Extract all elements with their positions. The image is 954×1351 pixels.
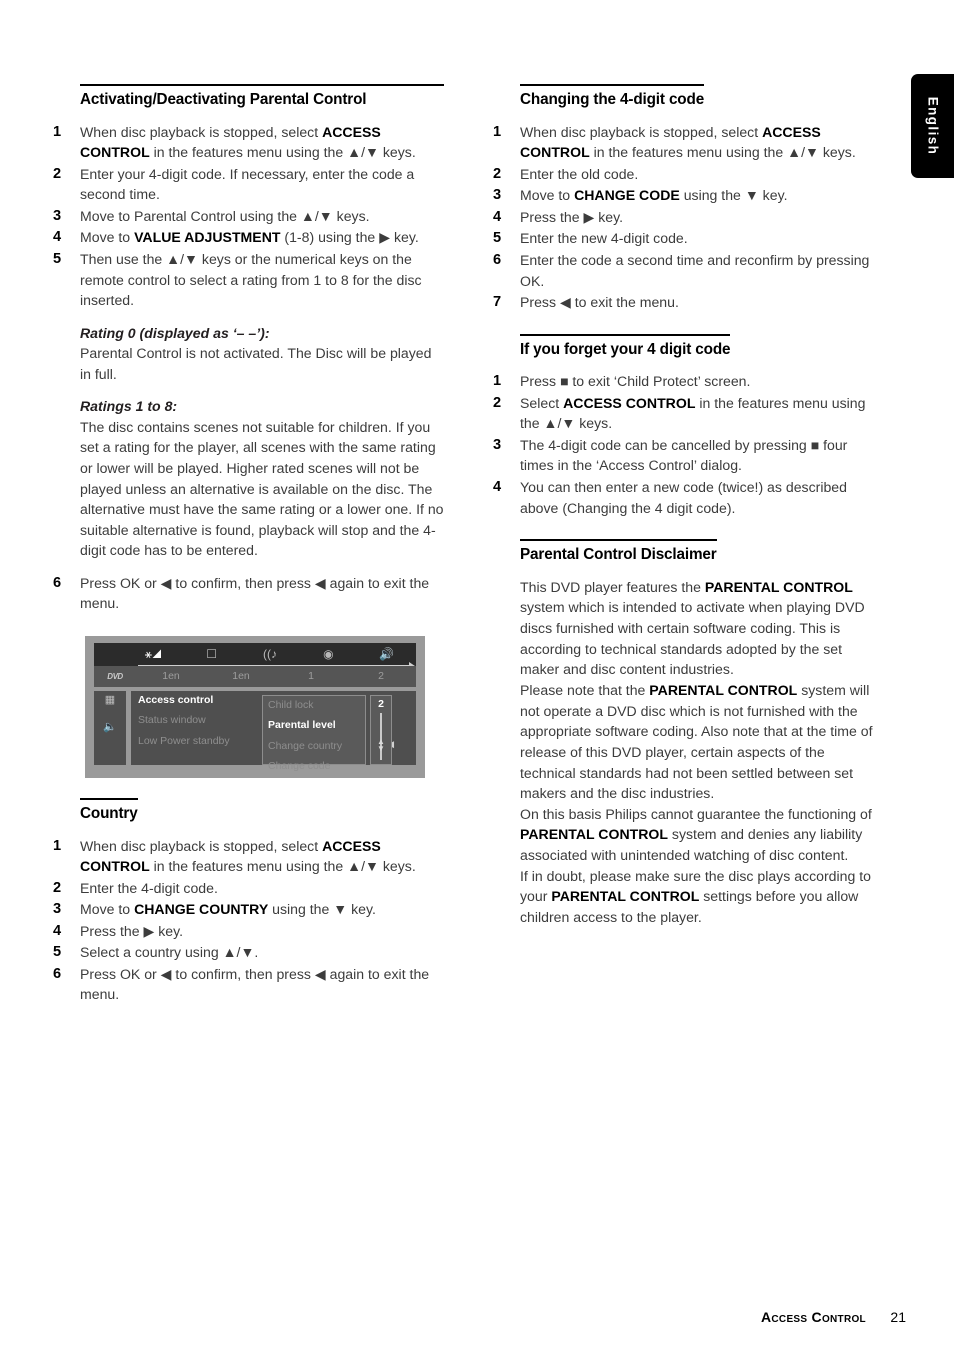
list-item: You can then enter a new code (twice!) a… bbox=[493, 477, 847, 516]
speaker-icon: 🔊 bbox=[379, 647, 395, 662]
left-column: Activating/Deactivating Parental Control… bbox=[48, 84, 444, 1006]
audio-icon: ((♪ bbox=[263, 647, 278, 662]
disclaimer-paragraph: On this basis Philips cannot guarantee t… bbox=[520, 805, 872, 864]
osd-menu-item: Status window bbox=[138, 714, 206, 727]
list-item: Press the ▶ key. bbox=[53, 921, 184, 942]
steps-activating-parental-control-cont: Press OK or ◀ to confirm, then press ◀ a… bbox=[48, 573, 444, 614]
osd-sidebar: ▦ 🔈 bbox=[94, 690, 128, 765]
list-item: Then use the ▲/▼ keys or the numerical k… bbox=[53, 249, 422, 309]
list-item: Select a country using ▲/▼. bbox=[53, 942, 259, 963]
list-item: Enter your 4-digit code. If necessary, e… bbox=[53, 164, 415, 203]
osd-slider-value: 2 bbox=[378, 697, 384, 710]
list-item: Press the ▶ key. bbox=[493, 207, 624, 228]
osd-top-bar: ⚹◢ ☐ ((♪ ◉ 🔊 DVD 1en 1en 1 2 bbox=[94, 642, 416, 687]
tools-icon: ⚹◢ bbox=[144, 647, 162, 662]
note-body-ratings-1-to-8: The disc contains scenes not suitable fo… bbox=[80, 418, 444, 559]
osd-menu-item: Access control bbox=[138, 693, 214, 706]
heading-if-you-forget-your-4-digit-code: If you forget your 4 digit code bbox=[520, 333, 731, 359]
section-heading-wrapper: Changing the 4-digit code bbox=[488, 84, 884, 122]
steps-country: When disc playback is stopped, select AC… bbox=[48, 836, 444, 1006]
list-item: Select ACCESS CONTROL in the features me… bbox=[493, 393, 866, 432]
language-tab-label: English bbox=[925, 96, 940, 156]
heading-parental-control-disclaimer: Parental Control Disclaimer bbox=[520, 539, 717, 564]
sound-icon: 🔈 bbox=[103, 720, 117, 733]
steps-changing-4-digit-code: When disc playback is stopped, select AC… bbox=[488, 122, 884, 313]
page-footer: Access Control 21 bbox=[0, 1309, 954, 1327]
note-title-ratings-1-to-8: Ratings 1 to 8: bbox=[80, 398, 178, 415]
heading-changing-the-4-digit-code: Changing the 4-digit code bbox=[520, 84, 704, 109]
list-item: When disc playback is stopped, select AC… bbox=[53, 836, 416, 875]
section-heading-wrapper: Country bbox=[48, 797, 444, 836]
list-item: Move to CHANGE COUNTRY using the ▼ key. bbox=[53, 899, 376, 920]
osd-menu-item: Change code bbox=[268, 760, 331, 773]
list-item: The 4-digit code can be cancelled by pre… bbox=[493, 435, 848, 474]
osd-value: 1en bbox=[232, 670, 250, 683]
language-tab: English bbox=[911, 74, 954, 178]
disclaimer-paragraph: This DVD player features the PARENTAL CO… bbox=[520, 578, 865, 678]
osd-value: 1en bbox=[162, 670, 180, 683]
osd-menu-item: Parental level bbox=[268, 719, 336, 732]
heading-activating-deactivating-parental-control: Activating/Deactivating Parental Control bbox=[80, 84, 444, 109]
osd-menu-column-2: Child lock Parental level Change country… bbox=[262, 694, 366, 771]
note-body-rating-0: Parental Control is not activated. The D… bbox=[80, 345, 432, 382]
list-item: Enter the old code. bbox=[493, 164, 639, 185]
osd-menu-column-1: Access control Status window Low Power s… bbox=[138, 695, 256, 765]
osd-slider-knob-icon: ▲ ▼ bbox=[377, 736, 385, 753]
note-title-rating-0: Rating 0 (displayed as ‘– –’): bbox=[80, 324, 270, 341]
right-column: Changing the 4-digit code When disc play… bbox=[488, 84, 884, 928]
osd-menu-item: Change country bbox=[268, 739, 343, 752]
osd-menu-panel: Access control Status window Low Power s… bbox=[131, 690, 416, 771]
footer-page-number: 21 bbox=[890, 1309, 906, 1325]
list-item: Press ◀ to exit the menu. bbox=[493, 292, 679, 313]
osd-body: ▦ 🔈 Access control Status window Low Pow… bbox=[94, 690, 416, 771]
osd-menu-item: Low Power standby bbox=[138, 734, 230, 747]
list-item: Move to VALUE ADJUSTMENT (1-8) using the… bbox=[53, 227, 419, 248]
list-item: When disc playback is stopped, select AC… bbox=[53, 122, 416, 161]
osd-value: 2 bbox=[378, 670, 384, 683]
list-item: When disc playback is stopped, select AC… bbox=[493, 122, 856, 161]
osd-dvd-label: DVD bbox=[107, 671, 123, 681]
osd-menu-item: Child lock bbox=[268, 698, 314, 711]
list-item: Press OK or ◀ to confirm, then press ◀ a… bbox=[53, 964, 430, 1003]
picture-icon: ▦ bbox=[104, 693, 116, 706]
steps-forgot-code: Press ■ to exit ‘Child Protect’ screen. … bbox=[488, 371, 884, 518]
subtitle-icon: ☐ bbox=[206, 647, 217, 662]
section-heading-wrapper: If you forget your 4 digit code bbox=[488, 333, 884, 372]
footer-title: Access Control bbox=[760, 1309, 866, 1325]
osd-value: 1 bbox=[308, 670, 314, 683]
section-heading-wrapper: Parental Control Disclaimer bbox=[488, 539, 884, 577]
osd-icon-row: ⚹◢ ☐ ((♪ ◉ 🔊 bbox=[94, 643, 416, 666]
list-item: Enter the new 4-digit code. bbox=[493, 228, 688, 249]
heading-country: Country bbox=[80, 797, 138, 823]
disclaimer-paragraph: Please note that the PARENTAL CONTROL sy… bbox=[520, 681, 873, 802]
osd-value-strip: DVD 1en 1en 1 2 bbox=[94, 665, 416, 687]
osd-value-row: 1en 1en 1 2 bbox=[136, 670, 416, 682]
disc-icon: ◉ bbox=[323, 647, 334, 662]
list-item: Enter the 4-digit code. bbox=[53, 878, 218, 899]
list-item: Press OK or ◀ to confirm, then press ◀ a… bbox=[53, 573, 430, 612]
disclaimer-paragraph: If in doubt, please make sure the disc p… bbox=[520, 867, 871, 925]
osd-level-slider: 2 ▲ ▼ bbox=[370, 694, 392, 765]
steps-activating-parental-control: When disc playback is stopped, select AC… bbox=[48, 122, 444, 311]
osd-screenshot-image: ⚹◢ ☐ ((♪ ◉ 🔊 DVD 1en 1en 1 2 ▦ � bbox=[85, 635, 425, 778]
list-item: Move to Parental Control using the ▲/▼ k… bbox=[53, 206, 370, 227]
list-item: Press ■ to exit ‘Child Protect’ screen. bbox=[493, 371, 751, 392]
list-item: Move to CHANGE CODE using the ▼ key. bbox=[493, 185, 788, 206]
list-item: Enter the code a second time and reconfi… bbox=[493, 250, 870, 289]
section-heading-wrapper: Activating/Deactivating Parental Control bbox=[48, 84, 444, 109]
